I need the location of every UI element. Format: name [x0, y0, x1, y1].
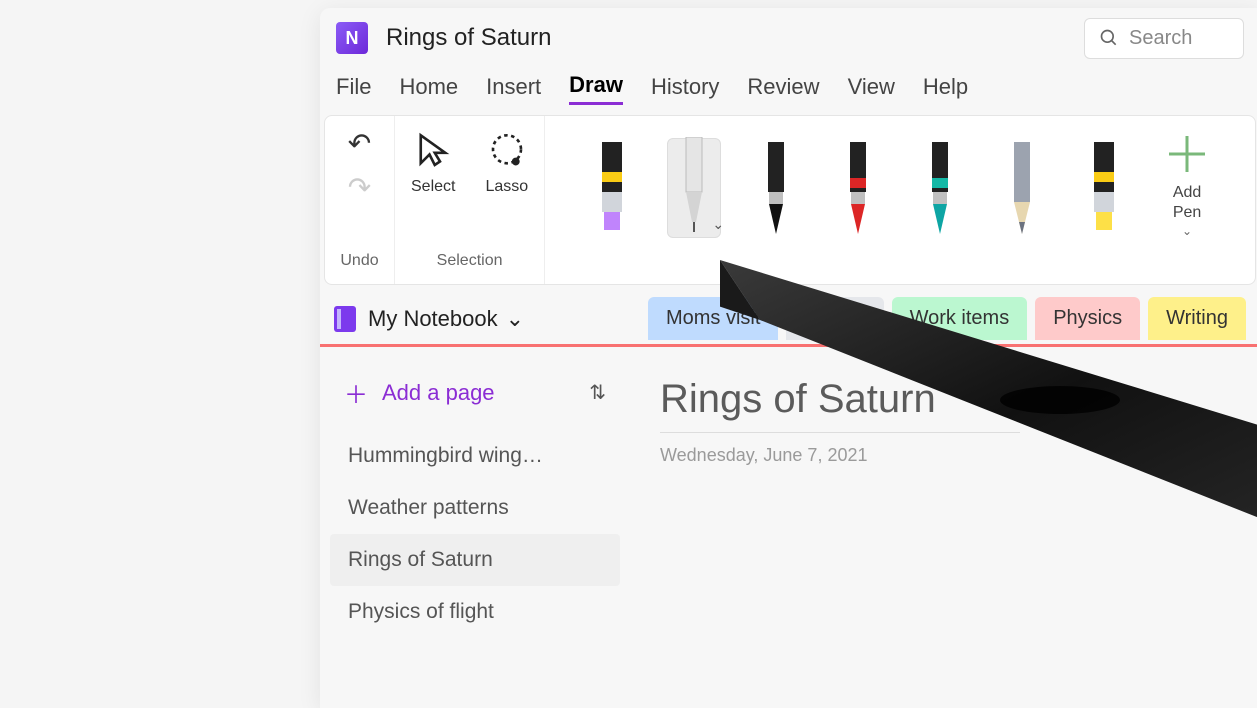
menu-item-draw[interactable]: Draw [569, 68, 623, 105]
section-tab-writing[interactable]: Writing [1148, 297, 1246, 340]
add-pen-button[interactable]: Add Pen ⌄ [1159, 126, 1215, 238]
ribbon-group-selection: Select Lasso Selection [395, 116, 545, 284]
ribbon-group-undo: ↶ ↷ Undo [325, 116, 395, 284]
plus-icon: ＋ [344, 375, 368, 410]
lasso-tool-button[interactable]: Lasso [479, 124, 534, 202]
add-page-button[interactable]: ＋ Add a page [344, 375, 495, 410]
select-tool-button[interactable]: Select [405, 124, 461, 202]
menu-item-history[interactable]: History [651, 70, 719, 104]
notebook-name-label: My Notebook [368, 306, 498, 332]
selection-group-label: Selection [437, 252, 503, 276]
undo-icon: ↶ [348, 130, 371, 158]
ribbon-group-pens: ⌄ Add Pen ⌄ [545, 116, 1255, 284]
page-list: ＋ Add a page ⇅ Hummingbird wing…Weather … [320, 347, 630, 708]
chevron-down-icon: ⌄ [1182, 224, 1192, 238]
pen-tool-pen-black[interactable] [749, 138, 803, 238]
page-list-item[interactable]: Hummingbird wing… [330, 430, 620, 482]
menu-item-help[interactable]: Help [923, 70, 968, 104]
add-pen-label-1: Add [1173, 184, 1201, 202]
section-tabs: Moms visitSchoolWork itemsPhysicsWriting [648, 297, 1246, 340]
page-date: Wednesday, June 7, 2021 [660, 445, 1230, 466]
pen-tool-highlighter-yellow[interactable] [1077, 138, 1131, 238]
pen-tool-pen-white[interactable]: ⌄ [667, 138, 721, 238]
ribbon-draw: ↶ ↷ Undo Select Lasso Selection ⌄ Add Pen ⌄ [324, 115, 1256, 285]
section-tab-moms-visit[interactable]: Moms visit [648, 297, 778, 340]
section-tab-work-items[interactable]: Work items [892, 297, 1028, 340]
menu-item-home[interactable]: Home [399, 70, 458, 104]
menu-item-insert[interactable]: Insert [486, 70, 541, 104]
menu-bar: File Home Insert Draw History Review View Help [320, 68, 1257, 115]
lasso-tool-label: Lasso [485, 178, 528, 196]
menu-item-review[interactable]: Review [747, 70, 819, 104]
cursor-icon [412, 130, 454, 172]
page-title[interactable]: Rings of Saturn [660, 377, 1020, 433]
content-area: ＋ Add a page ⇅ Hummingbird wing…Weather … [320, 347, 1257, 708]
search-box[interactable]: Search [1084, 18, 1244, 59]
search-icon [1099, 28, 1119, 48]
app-window: N Rings of Saturn Search File Home Insert D… [320, 8, 1257, 708]
sort-pages-button[interactable]: ⇅ [589, 380, 606, 405]
notebook-icon [334, 306, 356, 332]
menu-item-file[interactable]: File [336, 70, 371, 104]
section-tab-physics[interactable]: Physics [1035, 297, 1140, 340]
lasso-icon [486, 130, 528, 172]
pen-tool-pencil-gray[interactable] [995, 138, 1049, 238]
add-pen-label-2: Pen [1173, 204, 1201, 222]
redo-icon: ↷ [348, 174, 371, 202]
redo-button[interactable]: ↷ [342, 168, 377, 208]
window-title: Rings of Saturn [386, 24, 551, 52]
pen-tool-pen-red[interactable] [831, 138, 885, 238]
undo-group-label: Undo [340, 252, 378, 276]
onenote-app-icon: N [336, 22, 368, 54]
undo-button[interactable]: ↶ [342, 124, 377, 164]
page-list-item[interactable]: Weather patterns [330, 482, 620, 534]
plus-icon [1159, 126, 1215, 182]
page-canvas[interactable]: Rings of Saturn Wednesday, June 7, 2021 [630, 347, 1257, 708]
select-tool-label: Select [411, 178, 455, 196]
chevron-down-icon: ⌄ [506, 306, 524, 332]
add-page-label: Add a page [382, 380, 495, 406]
pen-tool-highlighter-yellow-purple[interactable] [585, 138, 639, 238]
page-list-item[interactable]: Physics of flight [330, 586, 620, 638]
title-bar: N Rings of Saturn Search [320, 8, 1257, 68]
chevron-down-icon[interactable]: ⌄ [712, 216, 724, 233]
notebook-nav-bar: My Notebook ⌄ Moms visitSchoolWork items… [320, 285, 1257, 340]
section-tab-school[interactable]: School [786, 297, 883, 340]
add-page-row: ＋ Add a page ⇅ [330, 365, 620, 420]
menu-item-view[interactable]: View [848, 70, 895, 104]
pen-tool-pen-teal[interactable] [913, 138, 967, 238]
search-placeholder: Search [1129, 27, 1192, 50]
page-list-item[interactable]: Rings of Saturn [330, 534, 620, 586]
notebook-picker[interactable]: My Notebook ⌄ [368, 306, 524, 332]
